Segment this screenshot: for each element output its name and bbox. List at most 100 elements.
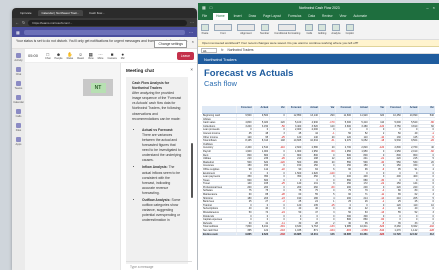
table-cell[interactable]: 35	[352, 221, 369, 225]
rail-activity[interactable]: Activity	[14, 53, 23, 62]
table-cell[interactable]: 10	[418, 203, 435, 207]
table-cell[interactable]: 5	[418, 157, 435, 160]
row-label[interactable]: Shipping	[202, 197, 236, 200]
row-label[interactable]: Rent	[202, 154, 236, 157]
table-cell[interactable]: 800	[385, 153, 402, 157]
table-cell[interactable]: 4,930	[302, 121, 319, 124]
table-cell[interactable]	[385, 117, 402, 121]
table-cell[interactable]: 28	[302, 221, 319, 225]
table-cell[interactable]: 120	[236, 135, 253, 139]
table-cell[interactable]: 600	[252, 178, 270, 182]
table-cell[interactable]: 0	[401, 171, 419, 175]
table-cell[interactable]: 1	[318, 200, 336, 203]
table-cell[interactable]: 0	[318, 214, 336, 218]
toolbar-people-button[interactable]: ☻ People	[55, 52, 63, 60]
table-cell[interactable]: 800	[335, 153, 352, 157]
table-cell[interactable]: 84	[302, 167, 319, 171]
rail-apps[interactable]: Apps	[16, 137, 21, 146]
table-cell[interactable]: 4	[318, 196, 336, 200]
column-header[interactable]: Actual	[302, 106, 319, 113]
table-cell[interactable]	[302, 142, 319, 146]
table-cell[interactable]: 10,450	[385, 114, 402, 117]
column-header[interactable]: Var	[418, 106, 435, 113]
table-cell[interactable]: -10	[368, 135, 386, 139]
table-cell[interactable]: -2	[368, 207, 386, 211]
table-cell[interactable]: 8,260	[385, 225, 402, 228]
table-cell[interactable]: 500	[236, 160, 253, 164]
row-label[interactable]: Total inflows	[202, 139, 236, 142]
table-cell[interactable]: 48	[252, 131, 270, 135]
table-cell[interactable]: 0	[368, 175, 386, 178]
table-cell[interactable]: -18	[368, 139, 386, 142]
table-cell[interactable]	[335, 117, 352, 121]
table-cell[interactable]: 200	[285, 185, 303, 189]
table-cell[interactable]: 800	[252, 153, 270, 157]
table-cell[interactable]: 125	[401, 135, 419, 139]
table-cell[interactable]: 210	[236, 157, 253, 160]
table-cell[interactable]: 9,630	[285, 225, 303, 228]
table-cell[interactable]: -26	[269, 157, 286, 160]
table-cell[interactable]: 50	[335, 131, 352, 135]
table-cell[interactable]: 0	[318, 218, 336, 221]
table-cell[interactable]: 3,480	[352, 124, 369, 128]
table-cell[interactable]: 590	[352, 160, 369, 164]
column-header[interactable]: Actual	[401, 106, 419, 113]
table-cell[interactable]: 50	[335, 211, 352, 214]
table-cell[interactable]: 0	[368, 164, 386, 167]
table-cell[interactable]: 220	[335, 157, 352, 160]
table-cell[interactable]: -25	[269, 135, 286, 139]
table-cell[interactable]: 140	[285, 182, 303, 185]
table-cell[interactable]: 112	[252, 167, 270, 171]
table-cell[interactable]: 0	[252, 218, 270, 221]
table-cell[interactable]: -626	[368, 225, 386, 228]
table-cell[interactable]: -24	[269, 211, 286, 214]
table-cell[interactable]: 25	[285, 200, 303, 203]
column-header[interactable]: Forecast	[285, 106, 303, 113]
table-cell[interactable]: 2,510	[252, 146, 270, 149]
table-cell[interactable]: 150	[236, 164, 253, 167]
row-label[interactable]: Payroll	[202, 150, 236, 153]
table-cell[interactable]: 55	[385, 211, 402, 214]
table-cell[interactable]: 0	[352, 128, 369, 131]
table-cell[interactable]: 62	[401, 193, 419, 196]
row-label[interactable]: Net cash flow	[202, 229, 236, 232]
table-cell[interactable]: 55	[302, 193, 319, 196]
table-cell[interactable]: 3,810	[401, 124, 419, 128]
table-cell[interactable]: -324	[368, 232, 386, 236]
table-cell[interactable]: 2,580	[302, 146, 319, 149]
table-cell[interactable]: 60	[418, 124, 435, 128]
table-cell[interactable]: 5,300	[335, 121, 352, 124]
close-icon[interactable]: ×	[433, 5, 435, 10]
table-cell[interactable]: 150	[335, 182, 352, 185]
table-cell[interactable]: 1,950	[385, 149, 402, 153]
table-cell[interactable]: 13,140	[302, 114, 319, 117]
toolbar-more-button[interactable]: ⋯ More	[98, 52, 104, 60]
table-cell[interactable]: 30	[335, 221, 352, 225]
table-cell[interactable]: 5	[318, 193, 336, 196]
table-cell[interactable]: 0	[252, 203, 270, 207]
table-cell[interactable]: 0	[269, 149, 286, 153]
table-cell[interactable]: 3,150	[252, 124, 270, 128]
table-cell[interactable]: 0	[368, 214, 386, 218]
table-cell[interactable]: 550	[335, 160, 352, 164]
table-cell[interactable]: 180	[236, 196, 253, 200]
table-cell[interactable]: 0	[252, 171, 270, 175]
table-cell[interactable]: 0	[335, 203, 352, 207]
table-cell[interactable]: 144	[401, 182, 419, 185]
table-cell[interactable]: -31	[318, 139, 336, 142]
row-label[interactable]: Inventory	[202, 146, 236, 149]
table-cell[interactable]: 550	[385, 160, 402, 164]
table-cell[interactable]: -110	[269, 146, 286, 149]
table-cell[interactable]: 0	[302, 178, 319, 182]
chat-compose-input[interactable]: Type a message	[126, 261, 192, 270]
url-field[interactable]: https://teams.microsoft.com/...	[28, 19, 187, 26]
table-cell[interactable]: 0	[318, 128, 336, 131]
formula-input[interactable]: Northwind Traders	[227, 48, 253, 52]
table-cell[interactable]	[401, 117, 419, 121]
table-cell[interactable]: 24	[302, 200, 319, 203]
table-cell[interactable]	[269, 142, 286, 146]
table-cell[interactable]: 0	[285, 178, 303, 182]
table-cell[interactable]: -13	[368, 211, 386, 214]
table-cell[interactable]: 45	[285, 131, 303, 135]
row-label[interactable]: Cash sales	[202, 121, 236, 124]
